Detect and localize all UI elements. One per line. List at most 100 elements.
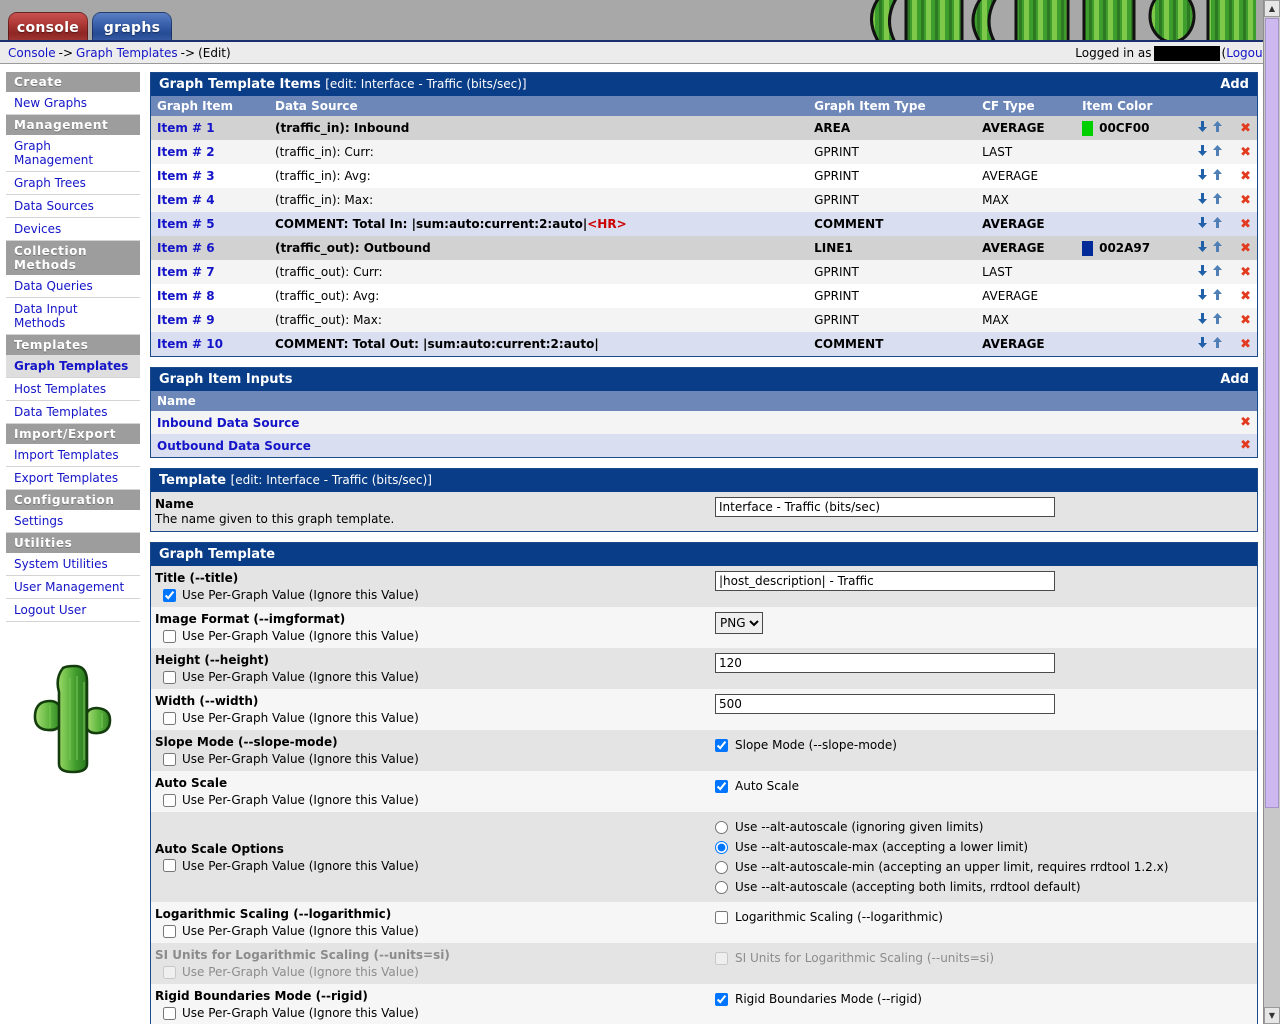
field-checkbox[interactable]	[715, 910, 728, 924]
per-graph-value-checkbox[interactable]	[163, 924, 176, 938]
per-graph-value-checkbox[interactable]	[163, 670, 176, 684]
move-down-icon[interactable]	[1196, 216, 1209, 232]
table-row: Item # 9 (traffic_out): Max: GPRINT MAX ✖	[151, 308, 1257, 332]
sidebar-item-data-input-methods[interactable]: Data Input Methods	[6, 298, 140, 335]
move-up-icon[interactable]	[1211, 312, 1224, 328]
field-checkbox[interactable]	[715, 951, 728, 965]
graph-item-link[interactable]: Item # 4	[157, 193, 215, 207]
graph-item-link[interactable]: Item # 10	[157, 337, 223, 351]
field-text-input[interactable]	[715, 571, 1055, 591]
graph-item-link[interactable]: Item # 2	[157, 145, 215, 159]
delete-icon[interactable]: ✖	[1240, 145, 1251, 160]
delete-icon[interactable]: ✖	[1240, 313, 1251, 328]
sidebar-item-devices[interactable]: Devices	[6, 218, 140, 241]
field-checkbox[interactable]	[715, 992, 728, 1006]
per-graph-value-checkbox[interactable]	[163, 1006, 176, 1020]
delete-icon[interactable]: ✖	[1240, 217, 1251, 232]
per-graph-value-checkbox[interactable]	[163, 965, 176, 979]
sidebar-item-export-templates[interactable]: Export Templates	[6, 467, 140, 490]
cell-delete-action: ✖	[1234, 434, 1257, 457]
move-up-icon[interactable]	[1211, 288, 1224, 304]
field-text-input[interactable]	[715, 694, 1055, 714]
sidebar-item-system-utilities[interactable]: System Utilities	[6, 553, 140, 576]
graph-item-input-link[interactable]: Outbound Data Source	[157, 439, 311, 453]
sidebar-item-settings[interactable]: Settings	[6, 510, 140, 533]
move-down-icon[interactable]	[1196, 144, 1209, 160]
autoscale-radio-1[interactable]	[715, 840, 728, 854]
vertical-scrollbar[interactable]: ▲ ▼	[1263, 0, 1280, 1024]
sidebar-item-import-templates[interactable]: Import Templates	[6, 444, 140, 467]
delete-icon[interactable]: ✖	[1240, 121, 1251, 136]
per-graph-value-checkbox[interactable]	[163, 588, 176, 602]
sidebar-group-header: Create	[6, 72, 140, 92]
graph-item-input-link[interactable]: Inbound Data Source	[157, 416, 299, 430]
autoscale-radio-3[interactable]	[715, 880, 728, 894]
delete-icon[interactable]: ✖	[1240, 337, 1251, 352]
per-graph-value-option: Use Per-Graph Value (Ignore this Value)	[155, 793, 699, 807]
graph-item-link[interactable]: Item # 7	[157, 265, 215, 279]
sidebar-item-data-sources[interactable]: Data Sources	[6, 195, 140, 218]
field-checkbox[interactable]	[715, 738, 728, 752]
graph-item-link[interactable]: Item # 6	[157, 241, 215, 255]
sidebar-item-logout-user[interactable]: Logout User	[6, 599, 140, 622]
graph-item-link[interactable]: Item # 9	[157, 313, 215, 327]
autoscale-radio-0[interactable]	[715, 820, 728, 834]
move-up-icon[interactable]	[1211, 264, 1224, 280]
per-graph-value-checkbox[interactable]	[163, 629, 176, 643]
field-text-input[interactable]	[715, 653, 1055, 673]
graph-item-link[interactable]: Item # 8	[157, 289, 215, 303]
scroll-up-button[interactable]: ▲	[1264, 0, 1280, 17]
per-graph-value-checkbox[interactable]	[163, 793, 176, 807]
move-down-icon[interactable]	[1196, 288, 1209, 304]
move-down-icon[interactable]	[1196, 312, 1209, 328]
template-header: Template [edit: Interface - Traffic (bit…	[151, 469, 1257, 492]
move-down-icon[interactable]	[1196, 192, 1209, 208]
sidebar-item-graph-trees[interactable]: Graph Trees	[6, 172, 140, 195]
sidebar-item-data-templates[interactable]: Data Templates	[6, 401, 140, 424]
move-down-icon[interactable]	[1196, 336, 1209, 352]
tab-graphs[interactable]: graphs	[92, 12, 172, 40]
move-down-icon[interactable]	[1196, 120, 1209, 136]
template-name-input[interactable]	[715, 497, 1055, 517]
per-graph-value-checkbox[interactable]	[163, 859, 176, 872]
field-select[interactable]: PNGGIFSVG	[715, 612, 763, 634]
move-up-icon[interactable]	[1211, 144, 1224, 160]
delete-icon[interactable]: ✖	[1240, 438, 1251, 453]
per-graph-value-checkbox[interactable]	[163, 711, 176, 725]
breadcrumb-graph-templates[interactable]: Graph Templates	[76, 46, 178, 60]
logout-link[interactable]: Logout	[1226, 46, 1267, 60]
scroll-down-button[interactable]: ▼	[1264, 1007, 1280, 1024]
add-graph-item-button[interactable]: Add	[1220, 77, 1249, 92]
autoscale-radio-2[interactable]	[715, 860, 728, 874]
delete-icon[interactable]: ✖	[1240, 265, 1251, 280]
graph-item-link[interactable]: Item # 5	[157, 217, 215, 231]
sidebar-item-graph-templates[interactable]: Graph Templates	[6, 355, 140, 378]
add-graph-item-input-button[interactable]: Add	[1220, 372, 1249, 387]
move-down-icon[interactable]	[1196, 264, 1209, 280]
sidebar-item-new-graphs[interactable]: New Graphs	[6, 92, 140, 115]
graph-item-link[interactable]: Item # 3	[157, 169, 215, 183]
sidebar-item-user-management[interactable]: User Management	[6, 576, 140, 599]
move-down-icon[interactable]	[1196, 168, 1209, 184]
move-up-icon[interactable]	[1211, 216, 1224, 232]
move-down-icon[interactable]	[1196, 240, 1209, 256]
move-up-icon[interactable]	[1211, 120, 1224, 136]
per-graph-value-checkbox[interactable]	[163, 752, 176, 766]
delete-icon[interactable]: ✖	[1240, 193, 1251, 208]
move-up-icon[interactable]	[1211, 192, 1224, 208]
delete-icon[interactable]: ✖	[1240, 289, 1251, 304]
move-up-icon[interactable]	[1211, 336, 1224, 352]
sidebar-item-data-queries[interactable]: Data Queries	[6, 275, 140, 298]
graph-item-link[interactable]: Item # 1	[157, 121, 215, 135]
field-checkbox[interactable]	[715, 779, 728, 793]
tab-console[interactable]: console	[8, 12, 88, 40]
scroll-thumb[interactable]	[1265, 18, 1279, 808]
delete-icon[interactable]: ✖	[1240, 169, 1251, 184]
delete-icon[interactable]: ✖	[1240, 241, 1251, 256]
move-up-icon[interactable]	[1211, 168, 1224, 184]
sidebar-item-host-templates[interactable]: Host Templates	[6, 378, 140, 401]
move-up-icon[interactable]	[1211, 240, 1224, 256]
breadcrumb-console[interactable]: Console	[8, 46, 56, 60]
delete-icon[interactable]: ✖	[1240, 415, 1251, 430]
sidebar-item-graph-management[interactable]: Graph Management	[6, 135, 140, 172]
